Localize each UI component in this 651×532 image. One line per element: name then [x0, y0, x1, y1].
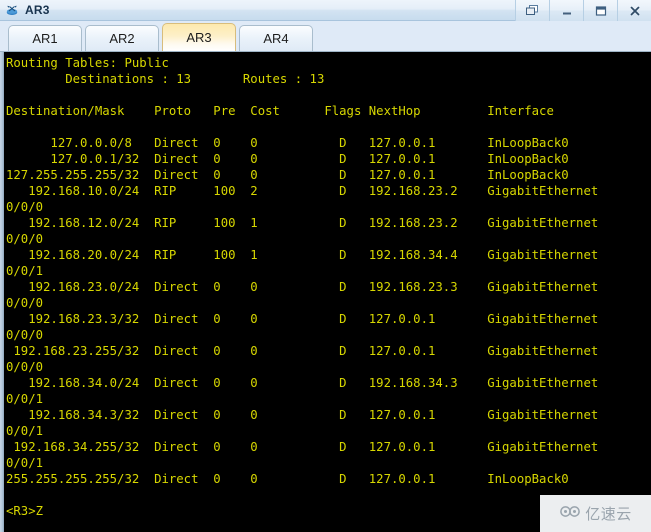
- terminal-line: 0/0/1: [6, 264, 44, 278]
- terminal-line: 192.168.12.0/24 RIP 100 1 D 192.168.23.2…: [6, 216, 599, 230]
- restore-window-button[interactable]: [515, 0, 549, 21]
- terminal-line: 192.168.20.0/24 RIP 100 1 D 192.168.34.4…: [6, 248, 599, 262]
- window-controls: [515, 0, 651, 21]
- terminal-line: Destination/Mask Proto Pre Cost Flags Ne…: [6, 104, 554, 118]
- minimize-window-button[interactable]: [549, 0, 583, 21]
- maximize-window-button[interactable]: [583, 0, 617, 21]
- terminal-line: Destinations : 13 Routes : 13: [6, 72, 325, 86]
- terminal-line: 127.0.0.0/8 Direct 0 0 D 127.0.0.1 InLoo…: [6, 136, 569, 150]
- terminal-line: Routing Tables: Public: [6, 56, 169, 70]
- terminal-line: 127.0.0.1/32 Direct 0 0 D 127.0.0.1 InLo…: [6, 152, 569, 166]
- terminal-line: 192.168.34.3/32 Direct 0 0 D 127.0.0.1 G…: [6, 408, 599, 422]
- title-bar-left: AR3: [0, 3, 50, 18]
- terminal-line: 0/0/0: [6, 360, 44, 374]
- close-window-button[interactable]: [617, 0, 651, 21]
- terminal-line: 0/0/1: [6, 424, 44, 438]
- terminal-line: 127.255.255.255/32 Direct 0 0 D 127.0.0.…: [6, 168, 569, 182]
- watermark: 亿速云: [540, 495, 651, 532]
- tab-ar2[interactable]: AR2: [85, 25, 159, 51]
- window-title: AR3: [25, 3, 50, 17]
- terminal-line: 192.168.34.255/32 Direct 0 0 D 127.0.0.1…: [6, 440, 599, 454]
- terminal-line: 192.168.23.255/32 Direct 0 0 D 127.0.0.1…: [6, 344, 599, 358]
- cloud-icon: [559, 503, 581, 524]
- title-bar: AR3: [0, 0, 651, 21]
- terminal-output[interactable]: Routing Tables: Public Destinations : 13…: [4, 52, 651, 532]
- tab-ar3[interactable]: AR3: [162, 23, 236, 51]
- emulator-window: AR3 AR1 AR2 AR3 AR4 Routing Tables: Publ…: [0, 0, 651, 532]
- terminal-line: 0/0/1: [6, 392, 44, 406]
- terminal-line: 192.168.23.3/32 Direct 0 0 D 127.0.0.1 G…: [6, 312, 599, 326]
- tab-ar4-label: AR4: [263, 31, 289, 46]
- terminal-line: 0/0/0: [6, 296, 44, 310]
- tab-ar3-label: AR3: [186, 30, 212, 45]
- terminal-line: 192.168.34.0/24 Direct 0 0 D 192.168.34.…: [6, 376, 599, 390]
- tab-ar4[interactable]: AR4: [239, 25, 313, 51]
- terminal-panel: Routing Tables: Public Destinations : 13…: [0, 52, 651, 532]
- terminal-line: 192.168.10.0/24 RIP 100 2 D 192.168.23.2…: [6, 184, 599, 198]
- tab-ar1[interactable]: AR1: [8, 25, 82, 51]
- terminal-line: 0/0/1: [6, 456, 44, 470]
- tab-ar1-label: AR1: [32, 31, 58, 46]
- terminal-line: 255.255.255.255/32 Direct 0 0 D 127.0.0.…: [6, 472, 569, 486]
- router-icon: [5, 3, 20, 18]
- tab-ar2-label: AR2: [109, 31, 135, 46]
- terminal-line: 0/0/0: [6, 328, 44, 342]
- terminal-line: 0/0/0: [6, 200, 44, 214]
- terminal-line: 192.168.23.0/24 Direct 0 0 D 192.168.23.…: [6, 280, 599, 294]
- watermark-label: 亿速云: [585, 505, 632, 523]
- tab-strip: AR1 AR2 AR3 AR4: [0, 21, 651, 52]
- terminal-line: 0/0/0: [6, 232, 44, 246]
